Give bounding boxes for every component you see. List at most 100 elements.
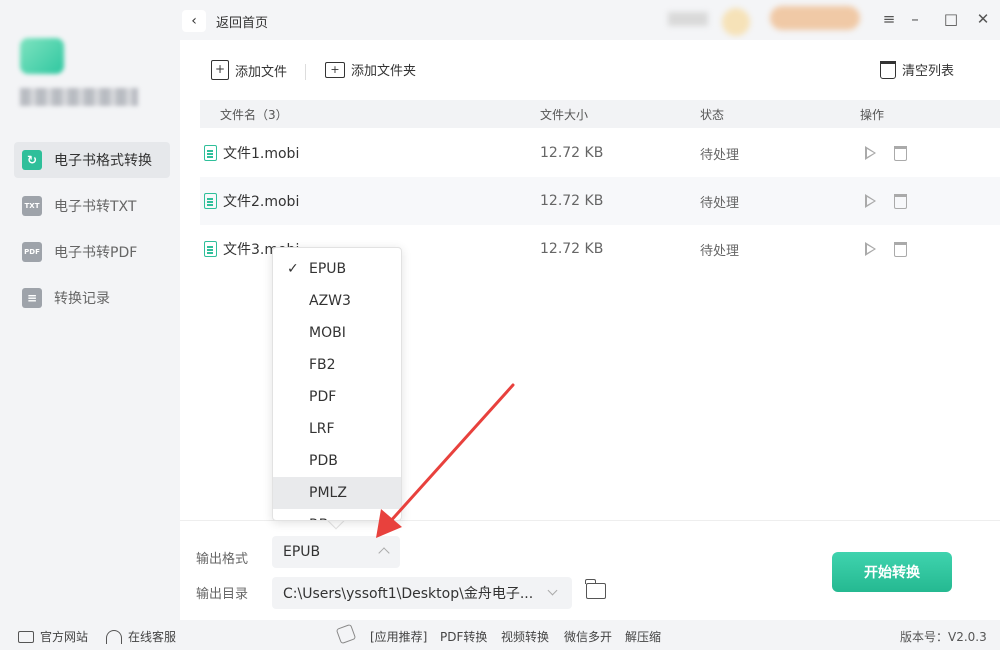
convert-icon: ↻ — [22, 150, 42, 170]
output-format-select[interactable]: EPUB — [272, 536, 400, 568]
headset-icon — [106, 629, 122, 644]
footer-link-wechat[interactable]: 微信多开 — [564, 628, 612, 645]
footer-link-pdf[interactable]: PDF转换 — [440, 628, 487, 645]
footer-link-unzip[interactable]: 解压缩 — [625, 628, 661, 645]
minimize-button[interactable]: – — [904, 8, 926, 30]
clear-list-label: 清空列表 — [902, 64, 955, 79]
trash-icon — [880, 60, 896, 79]
format-option[interactable]: PDF — [273, 381, 401, 413]
output-dir-value: C:\Users\yssoft1\Desktop\金舟电子... — [283, 586, 534, 602]
add-folder-icon: + — [325, 61, 345, 78]
txt-icon: TXT — [22, 196, 42, 216]
output-format-label: 输出格式 — [196, 552, 249, 567]
title-bar: ‹ 返回首页 ≡ – □ ✕ — [180, 0, 1000, 40]
sidebar-item-label: 电子书格式转换 — [54, 153, 152, 169]
official-site-label: 官方网站 — [40, 630, 89, 644]
back-button[interactable]: ‹ — [182, 10, 206, 32]
column-header-size: 文件大小 — [540, 107, 589, 122]
sidebar-item-ebook-convert[interactable]: ↻ 电子书格式转换 — [14, 142, 170, 178]
column-header-name: 文件名（3） — [220, 107, 288, 122]
clear-list-button[interactable]: 清空列表 — [880, 60, 954, 79]
table-row[interactable]: 文件2.mobi 12.72 KB 待处理 — [200, 177, 1000, 225]
format-option[interactable]: ✓ EPUB — [273, 253, 401, 285]
file-icon — [204, 145, 217, 161]
format-option-label: AZW3 — [309, 293, 351, 309]
sidebar-item-label: 电子书转PDF — [54, 245, 138, 261]
sidebar-item-ebook-to-pdf[interactable]: PDF 电子书转PDF — [14, 234, 170, 270]
output-settings-panel: 输出格式 EPUB 输出目录 C:\Users\yssoft1\Desktop\… — [180, 520, 1000, 620]
sidebar-item-ebook-to-txt[interactable]: TXT 电子书转TXT — [14, 188, 170, 224]
add-file-icon: + — [211, 60, 229, 80]
chevron-left-icon: ‹ — [191, 13, 197, 29]
format-option-label: RB — [309, 517, 328, 520]
chevron-down-icon — [547, 585, 558, 596]
sidebar-item-label: 转换记录 — [54, 291, 110, 307]
table-row[interactable]: 文件1.mobi 12.72 KB 待处理 — [200, 129, 1000, 177]
app-recommend-label: [应用推荐] — [370, 630, 428, 644]
delete-icon[interactable] — [894, 193, 907, 209]
app-logo — [20, 38, 138, 106]
file-status: 待处理 — [700, 243, 740, 259]
website-icon — [18, 630, 34, 643]
add-folder-label: 添加文件夹 — [351, 64, 417, 79]
file-size: 12.72 KB — [540, 193, 604, 209]
add-file-button[interactable]: + 添加文件 — [211, 60, 287, 80]
file-status: 待处理 — [700, 147, 740, 163]
format-option-label: FB2 — [309, 357, 336, 373]
megaphone-icon — [335, 623, 357, 645]
format-option-label: PDF — [309, 389, 337, 405]
footer-link-video[interactable]: 视频转换 — [501, 628, 549, 645]
format-option[interactable]: MOBI — [273, 317, 401, 349]
back-label[interactable]: 返回首页 — [216, 12, 268, 31]
file-name: 文件1.mobi — [223, 146, 300, 162]
file-icon — [204, 241, 217, 257]
logo-icon — [20, 38, 64, 74]
format-option-label: EPUB — [309, 261, 347, 277]
delete-icon[interactable] — [894, 145, 907, 161]
records-icon: ≡ — [22, 288, 42, 308]
output-dir-label: 输出目录 — [196, 587, 249, 602]
online-support-label: 在线客服 — [128, 630, 177, 644]
format-option[interactable]: AZW3 — [273, 285, 401, 317]
format-option-label: PDB — [309, 453, 338, 469]
format-option-label: MOBI — [309, 325, 346, 341]
menu-icon[interactable]: ≡ — [878, 8, 900, 30]
format-option[interactable]: PMLZ — [273, 477, 401, 509]
online-support-link[interactable]: 在线客服 — [106, 628, 176, 645]
delete-icon[interactable] — [894, 241, 907, 257]
sidebar-nav: ↻ 电子书格式转换 TXT 电子书转TXT PDF 电子书转PDF ≡ 转换记录 — [14, 142, 170, 326]
file-icon — [204, 193, 217, 209]
vip-badge-blurred[interactable] — [770, 6, 860, 30]
format-option[interactable]: FB2 — [273, 349, 401, 381]
column-header-status: 状态 — [700, 107, 725, 122]
version-label: 版本号：V2.0.3 — [900, 630, 987, 644]
output-dir-select[interactable]: C:\Users\yssoft1\Desktop\金舟电子... — [272, 577, 572, 609]
output-format-value: EPUB — [283, 544, 321, 560]
file-name: 文件2.mobi — [223, 194, 300, 210]
play-icon[interactable] — [865, 242, 876, 256]
footer: 官方网站 在线客服 [应用推荐] PDF转换 视频转换 微信多开 解压缩 版本号… — [0, 620, 1000, 650]
add-folder-button[interactable]: + 添加文件夹 — [325, 60, 416, 79]
column-header-ops: 操作 — [860, 107, 885, 122]
avatar[interactable] — [722, 8, 750, 36]
start-convert-button[interactable]: 开始转换 — [832, 552, 952, 592]
play-icon[interactable] — [865, 194, 876, 208]
app-name-blurred — [20, 88, 138, 106]
format-option-label: PMLZ — [309, 485, 347, 501]
pdf-icon: PDF — [22, 242, 42, 262]
close-button[interactable]: ✕ — [972, 8, 994, 30]
file-size: 12.72 KB — [540, 145, 604, 161]
format-dropdown-menu: ✓ EPUB AZW3 MOBI FB2 PDF LRF PDB PMLZ RB — [272, 247, 402, 521]
checkmark-icon: ✓ — [287, 261, 299, 277]
chevron-up-icon — [378, 547, 390, 559]
play-icon[interactable] — [865, 146, 876, 160]
open-folder-icon[interactable] — [585, 579, 606, 599]
official-site-link[interactable]: 官方网站 — [18, 628, 88, 645]
format-option[interactable]: LRF — [273, 413, 401, 445]
maximize-button[interactable]: □ — [940, 8, 962, 30]
sidebar-item-label: 电子书转TXT — [54, 199, 137, 215]
sidebar-item-records[interactable]: ≡ 转换记录 — [14, 280, 170, 316]
format-option[interactable]: PDB — [273, 445, 401, 477]
add-file-label: 添加文件 — [235, 64, 288, 80]
format-option[interactable]: RB — [273, 509, 401, 520]
